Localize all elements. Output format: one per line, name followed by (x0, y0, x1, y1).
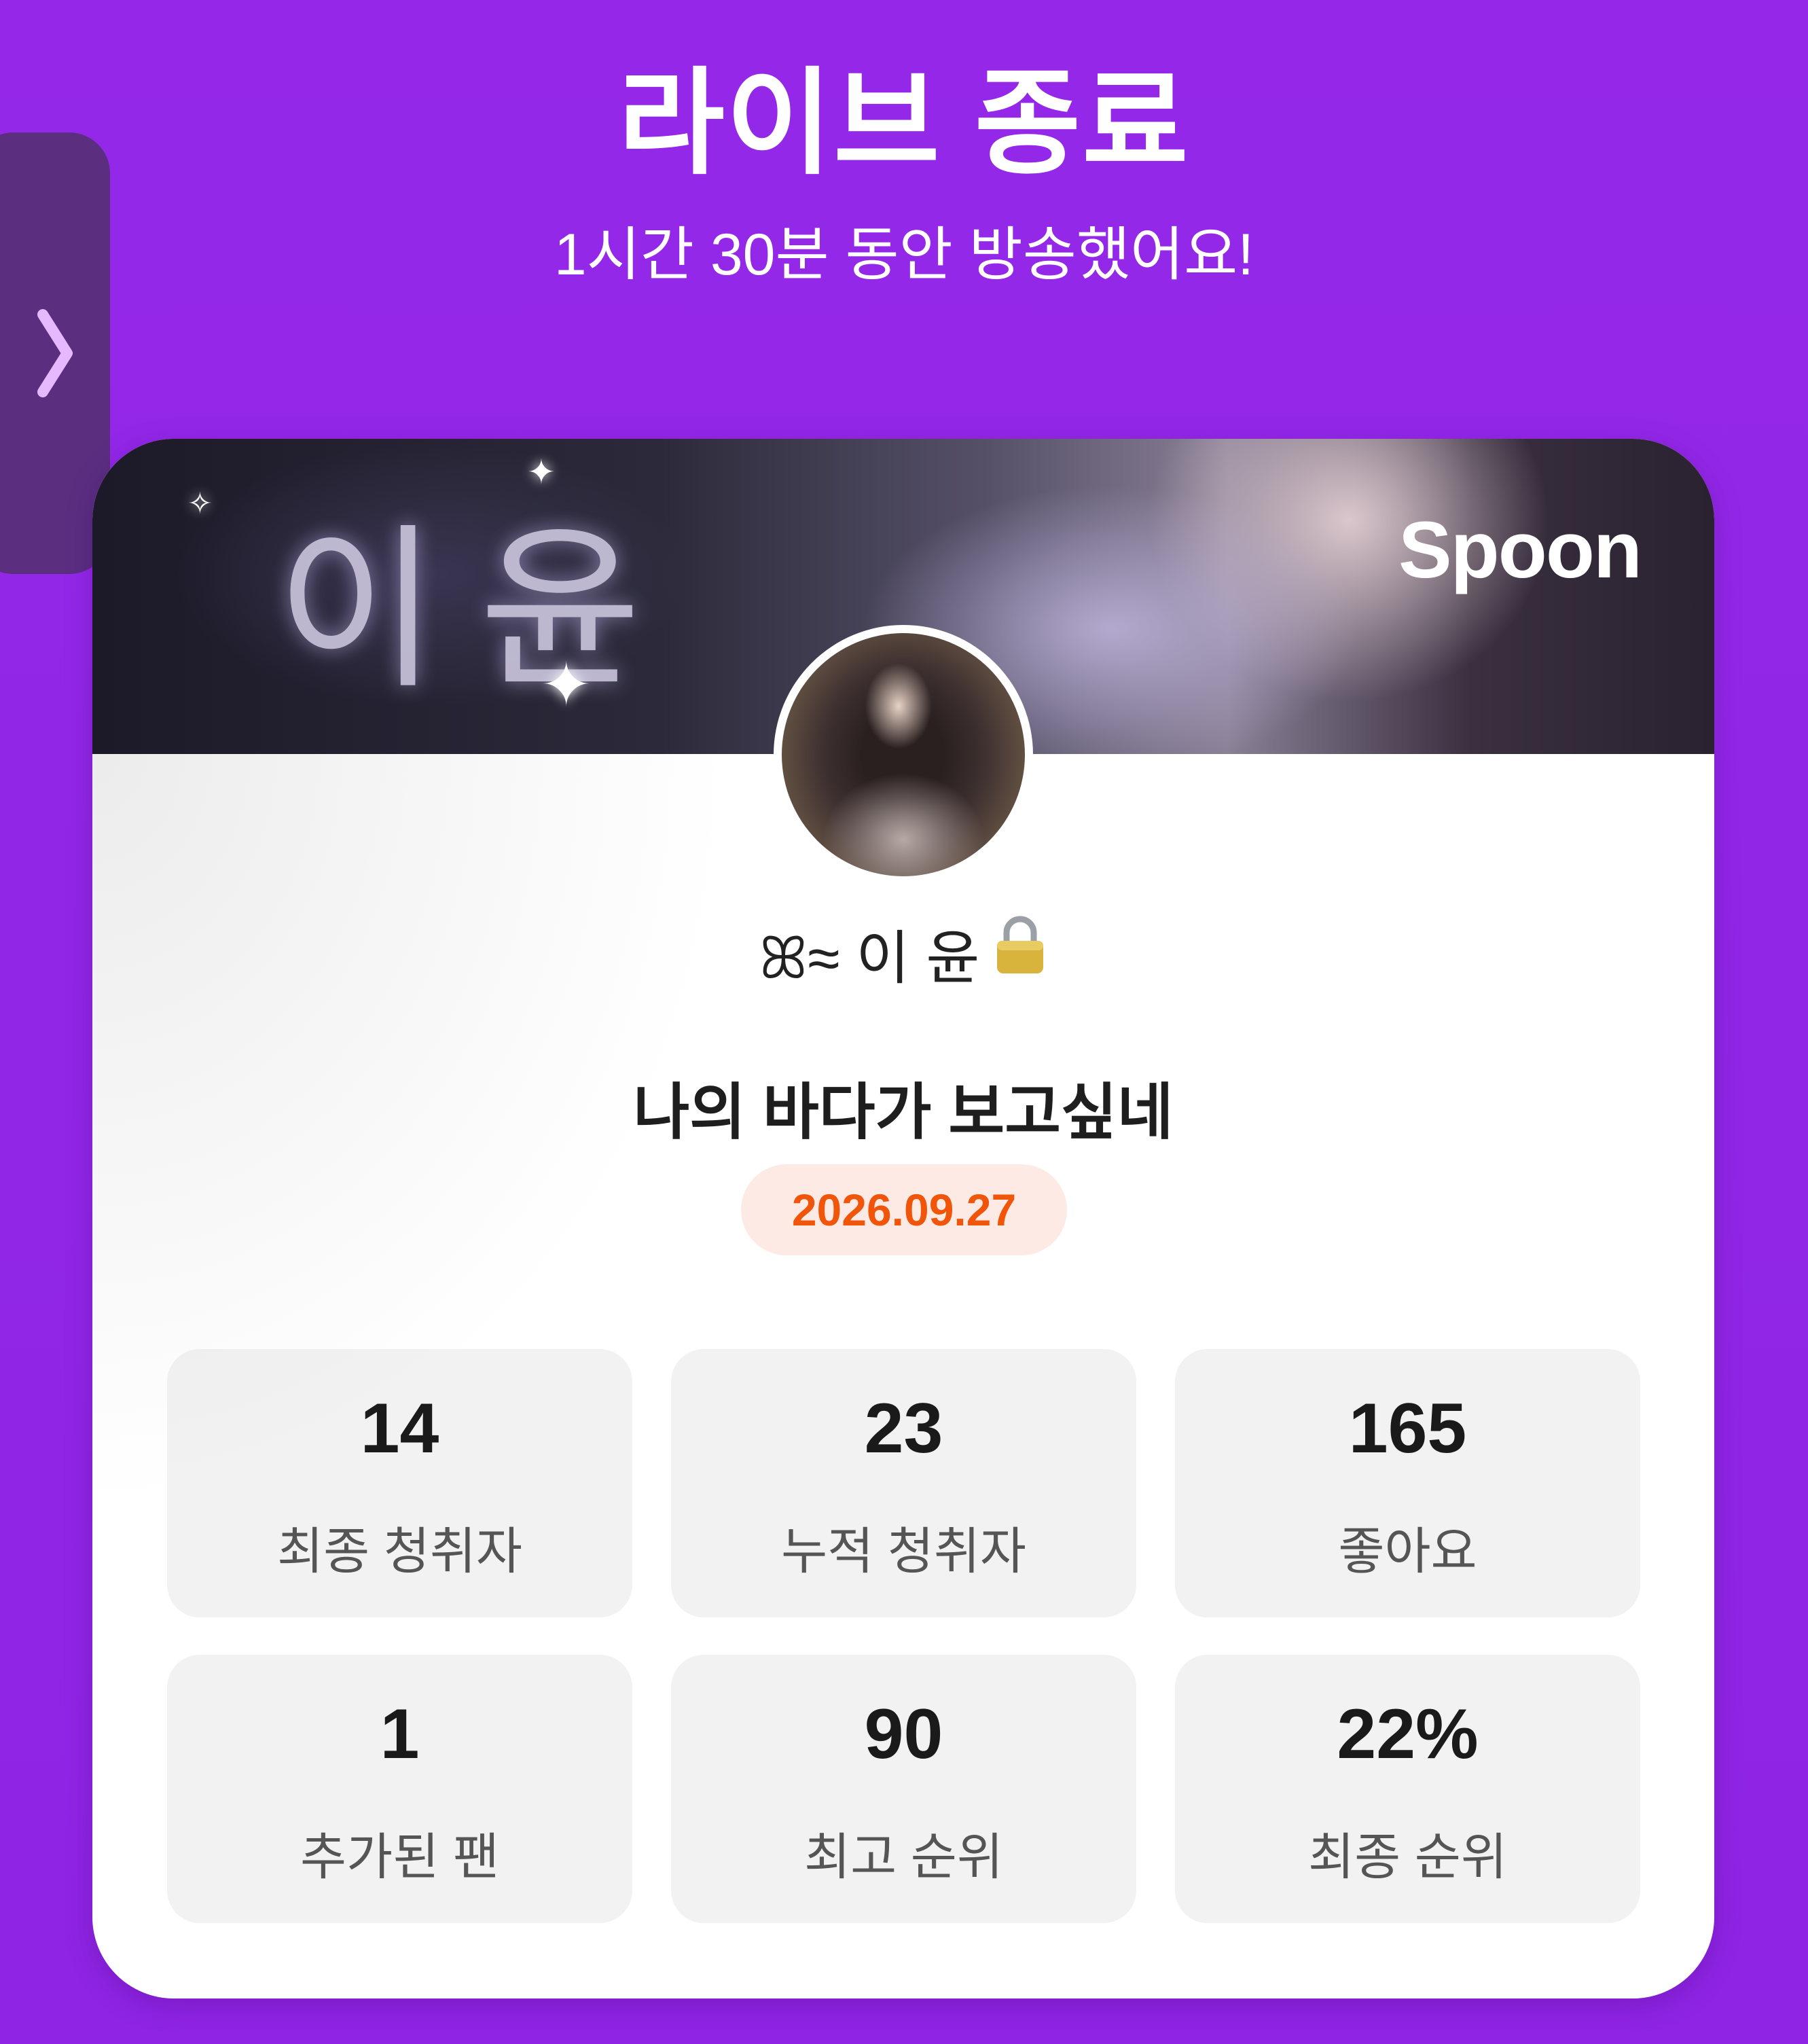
stat-value: 165 (1348, 1389, 1467, 1468)
sparkle-icon: ✧ (187, 487, 213, 520)
username: ꕤ≈ 이 윤 (759, 926, 980, 991)
live-date-badge: 2026.09.27 (741, 1164, 1067, 1255)
stat-likes: 165 좋아요 (1175, 1349, 1640, 1617)
stat-value: 90 (864, 1695, 943, 1774)
lock-icon (993, 915, 1047, 990)
live-title: 나의 바다가 보고싶네 (633, 1079, 1174, 1147)
sparkle-icon: ✦ (527, 453, 556, 491)
stat-label: 추가된 팬 (300, 1829, 499, 1885)
broadcast-duration-text: 1시간 30분 동안 방송했어요! (554, 222, 1254, 287)
stat-label: 좋아요 (1338, 1523, 1477, 1579)
stat-new-fans: 1 추가된 팬 (167, 1655, 632, 1923)
live-end-screen: 라이브 종료 1시간 30분 동안 방송했어요! 이윤 ✦ ✦ ✧ Spoon … (0, 0, 1808, 2044)
live-summary-card: 이윤 ✦ ✦ ✧ Spoon ꕤ≈ 이 윤 나의 바다가 보고싶네 2026.0… (92, 439, 1714, 1998)
username-row: ꕤ≈ 이 윤 (92, 910, 1714, 995)
stat-label: 최고 순위 (804, 1829, 1003, 1885)
banner-art-text: 이윤 (276, 508, 683, 713)
stat-label: 최종 청취자 (277, 1523, 522, 1579)
stat-value: 23 (864, 1389, 943, 1468)
stat-final-rank: 22% 최종 순위 (1175, 1655, 1640, 1923)
stat-label: 누적 청취자 (781, 1523, 1026, 1579)
spoon-logo: Spoon (1398, 505, 1642, 595)
avatar[interactable] (774, 625, 1033, 884)
stat-label: 최종 순위 (1308, 1829, 1507, 1885)
avatar-image (782, 633, 1025, 876)
stat-value: 14 (360, 1389, 439, 1468)
stat-value: 1 (380, 1695, 420, 1774)
page-title: 라이브 종료 (618, 59, 1190, 188)
stat-final-listeners: 14 최종 청취자 (167, 1349, 632, 1617)
chevron-right-icon (37, 309, 73, 397)
stat-total-listeners: 23 누적 청취자 (671, 1349, 1136, 1617)
stat-value: 22% (1337, 1695, 1479, 1774)
stat-best-rank: 90 최고 순위 (671, 1655, 1136, 1923)
sparkle-icon: ✦ (541, 651, 592, 719)
